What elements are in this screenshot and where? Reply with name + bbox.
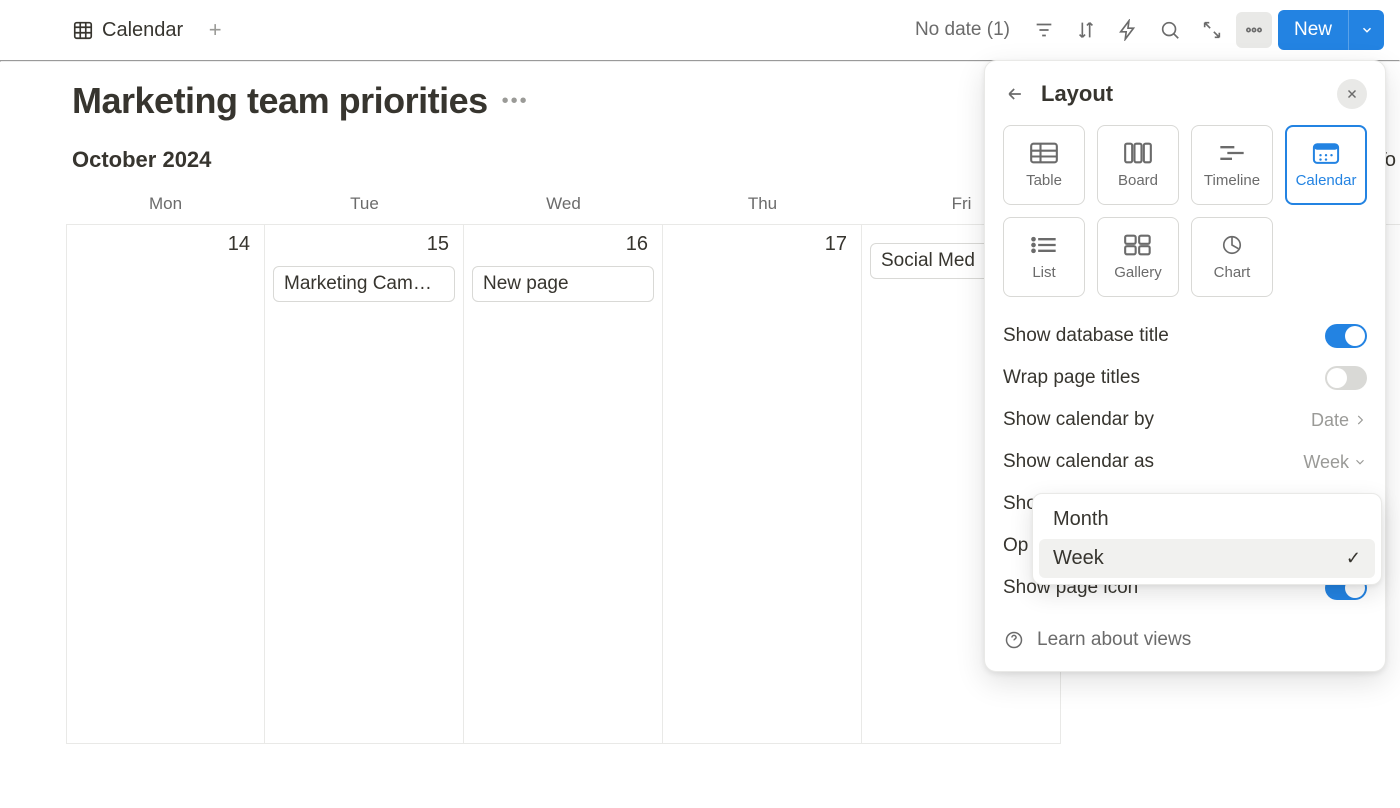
page-more-icon[interactable]: ••• — [502, 90, 529, 113]
new-button[interactable]: New — [1278, 10, 1384, 50]
layout-option-calendar[interactable]: Calendar — [1285, 125, 1367, 205]
layout-option-label: Timeline — [1204, 172, 1260, 189]
calendar-event[interactable]: Marketing Cam… — [273, 266, 455, 302]
check-icon: ✓ — [1346, 548, 1361, 569]
calendar-day-cell[interactable]: 14 — [66, 225, 265, 744]
layout-option-board[interactable]: Board — [1097, 125, 1179, 205]
calendar-grid-icon — [72, 19, 94, 41]
search-icon[interactable] — [1152, 12, 1188, 48]
dropdown-item-week[interactable]: Week✓ — [1039, 539, 1375, 578]
sort-icon[interactable] — [1068, 12, 1104, 48]
layout-option-timeline[interactable]: Timeline — [1191, 125, 1273, 205]
page-title: Marketing team priorities — [72, 80, 488, 122]
layout-option-gallery[interactable]: Gallery — [1097, 217, 1179, 297]
layout-option-chart[interactable]: Chart — [1191, 217, 1273, 297]
add-view-button[interactable]: + — [201, 16, 229, 44]
view-tab-label: Calendar — [102, 19, 183, 42]
chevron-down-icon — [1353, 455, 1367, 469]
new-button-label: New — [1278, 10, 1348, 50]
new-button-dropdown[interactable] — [1348, 10, 1384, 50]
show-as-dropdown: MonthWeek✓ — [1032, 493, 1382, 585]
layout-option-label: Calendar — [1296, 172, 1357, 189]
toggle-wrap-titles[interactable] — [1325, 366, 1367, 390]
layout-option-label: Chart — [1214, 264, 1251, 281]
view-tab-calendar[interactable]: Calendar — [72, 19, 183, 42]
learn-about-views-link[interactable]: Learn about views — [1003, 629, 1367, 651]
more-icon[interactable] — [1236, 12, 1272, 48]
calendar-day-cell[interactable]: 15 Marketing Cam… — [265, 225, 464, 744]
day-number: 16 — [472, 233, 654, 256]
calendar-event[interactable]: New page — [472, 266, 654, 302]
chevron-right-icon — [1353, 413, 1367, 427]
layout-option-label: Gallery — [1114, 264, 1162, 281]
setting-show-by[interactable]: Show calendar by Date — [1003, 399, 1367, 441]
popover-close-button[interactable] — [1337, 79, 1367, 109]
popover-back-button[interactable] — [1003, 82, 1027, 106]
expand-icon[interactable] — [1194, 12, 1230, 48]
layout-option-label: Board — [1118, 172, 1158, 189]
day-number: 14 — [75, 233, 256, 256]
setting-show-db-title[interactable]: Show database title — [1003, 315, 1367, 357]
no-date-filter[interactable]: No date (1) — [905, 15, 1020, 45]
toolbar: Calendar + No date (1) New — [0, 0, 1400, 60]
month-label: October 2024 — [72, 147, 211, 173]
weekday-label: Tue — [265, 184, 464, 224]
layout-option-list[interactable]: List — [1003, 217, 1085, 297]
layout-option-label: Table — [1026, 172, 1062, 189]
toggle-show-db-title[interactable] — [1325, 324, 1367, 348]
weekday-label: Thu — [663, 184, 862, 224]
day-number: 17 — [671, 233, 853, 256]
day-number: 15 — [273, 233, 455, 256]
setting-wrap-titles[interactable]: Wrap page titles — [1003, 357, 1367, 399]
help-icon — [1003, 629, 1025, 651]
setting-show-as[interactable]: Show calendar as Week — [1003, 441, 1367, 483]
dropdown-item-month[interactable]: Month — [1039, 500, 1375, 539]
layout-option-table[interactable]: Table — [1003, 125, 1085, 205]
calendar-day-cell[interactable]: 17 — [663, 225, 862, 744]
filter-icon[interactable] — [1026, 12, 1062, 48]
popover-title: Layout — [1041, 81, 1323, 107]
layout-option-label: List — [1032, 264, 1055, 281]
weekday-label: Wed — [464, 184, 663, 224]
calendar-day-cell[interactable]: 16 New page — [464, 225, 663, 744]
weekday-label: Mon — [66, 184, 265, 224]
automations-icon[interactable] — [1110, 12, 1146, 48]
